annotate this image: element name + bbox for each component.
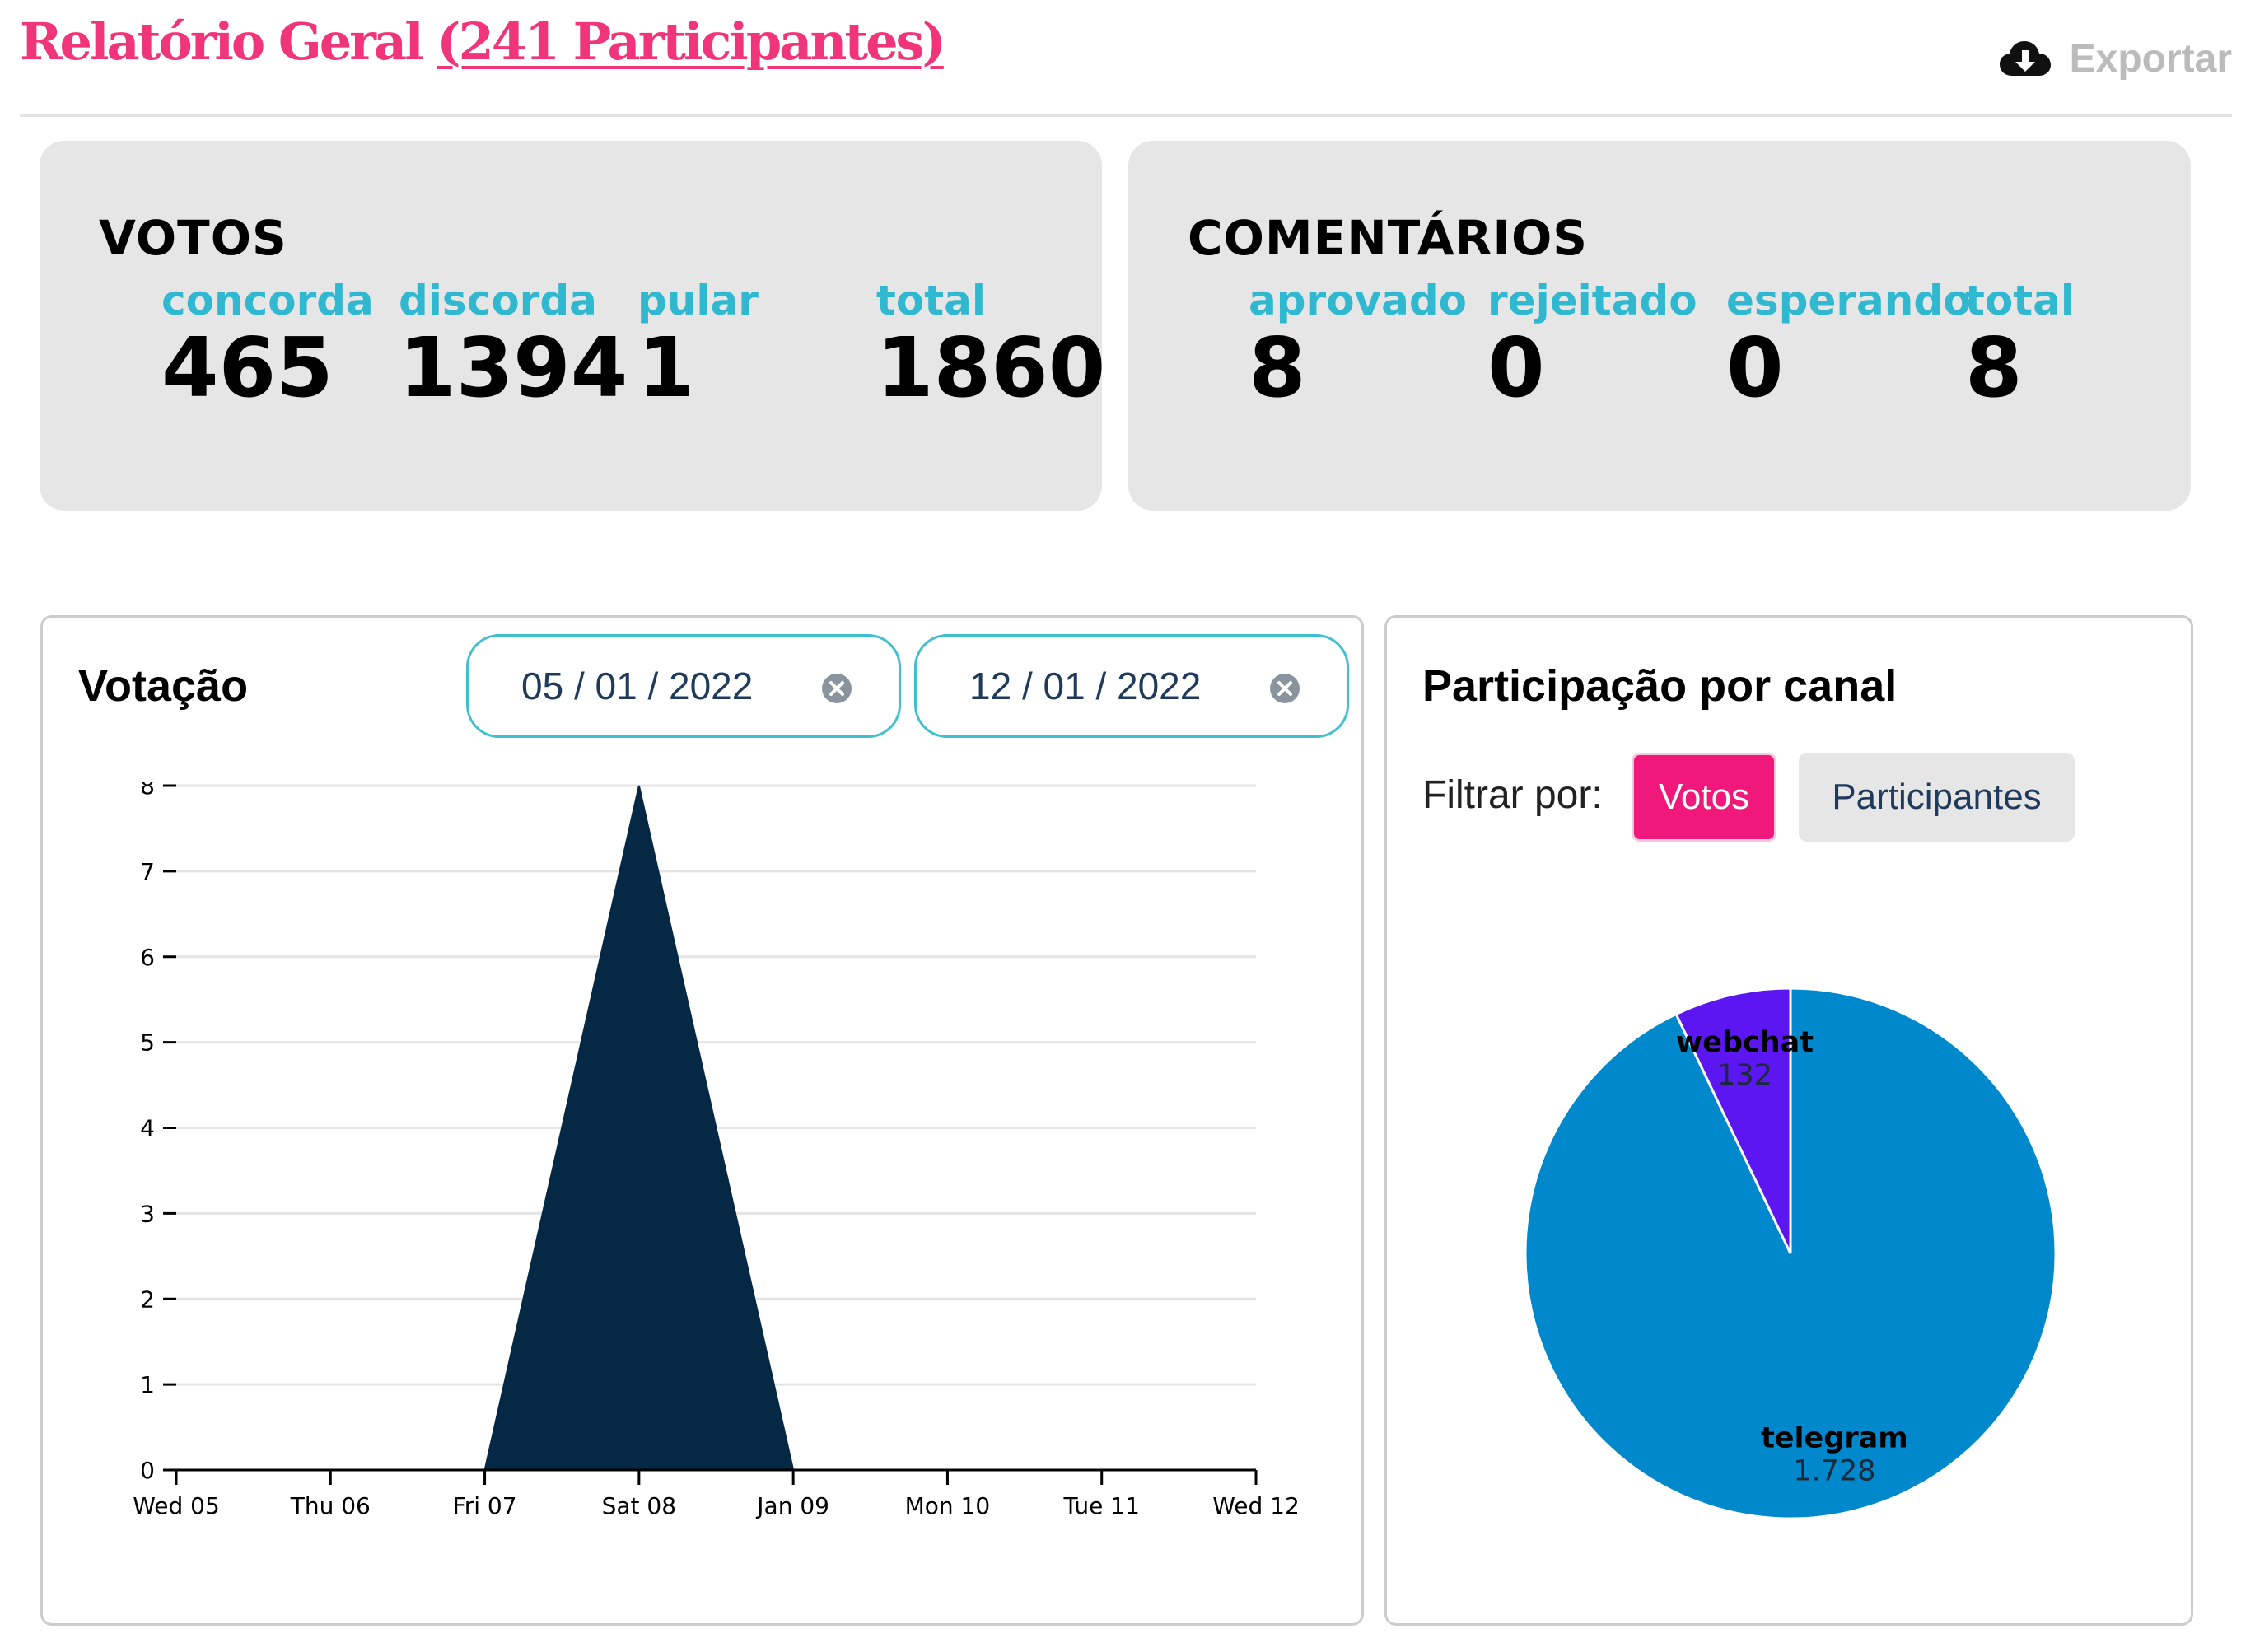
filter-label: Filtrar por: (1422, 773, 1603, 817)
y-tick-label: 3 (140, 1200, 155, 1227)
y-tick-label: 5 (140, 1029, 155, 1057)
channel-pie-chart: telegram1.728 webchat132 (1524, 987, 2057, 1520)
voting-title: Votação (78, 661, 249, 711)
pie-label: webchat (1676, 1026, 1814, 1059)
y-tick-label: 7 (140, 858, 155, 885)
stat-value: 0 (1487, 320, 1545, 416)
participants-link[interactable]: (241 Participantes) (437, 12, 946, 72)
stat-concorda: concorda 465 (161, 276, 374, 409)
stat-discorda: discorda 1394 (399, 276, 628, 409)
stat-pular: pular 1 (637, 276, 759, 409)
x-tick-label: Thu 06 (290, 1492, 371, 1519)
votes-title: VOTOS (99, 210, 287, 266)
export-label: Exportar (2069, 37, 2232, 81)
y-tick-label: 8 (140, 782, 155, 800)
x-tick-label: Mon 10 (905, 1492, 991, 1519)
channel-title: Participação por canal (1422, 661, 1898, 711)
filter-participantes-button[interactable]: Participantes (1799, 753, 2075, 842)
x-tick-label: Tue 11 (1063, 1492, 1140, 1519)
x-tick-label: Sat 08 (602, 1492, 676, 1519)
voting-area-chart: 0 1 2 3 4 5 6 7 8 Wed 05 Thu 06 Fri 07 Sat 08 Jan 09 M… (133, 782, 1300, 1519)
stat-label: aprovado (1249, 277, 1468, 324)
start-date-input[interactable]: 05 / 01 / 2022 (466, 634, 901, 738)
channel-panel: Participação por canal Filtrar por: Voto… (1384, 615, 2193, 1626)
stat-value: 0 (1726, 320, 1784, 416)
filter-votos-button[interactable]: Votos (1632, 753, 1776, 842)
stat-label: pular (637, 277, 759, 324)
votes-card: VOTOS concorda 465 discorda 1394 pular 1… (40, 141, 1105, 511)
stat-rejeitado: rejeitado 0 (1487, 276, 1697, 409)
stat-label: total (1965, 277, 2075, 324)
stat-value: 1 (637, 320, 695, 416)
pie-label: telegram (1761, 1422, 1908, 1455)
stat-value: 8 (1965, 320, 2023, 416)
page-header: Relatório Geral (241 Participantes) Expo… (20, 0, 2232, 117)
x-tick-label: Fri 07 (453, 1492, 517, 1519)
stat-esperando: esperando 0 (1726, 276, 1972, 409)
export-button[interactable]: Exportar (1999, 36, 2232, 82)
y-tick-label: 4 (140, 1115, 155, 1142)
stat-label: total (876, 277, 987, 324)
stat-total: total 8 (1965, 276, 2075, 409)
stat-aprovado: aprovado 8 (1249, 276, 1467, 409)
pie-value-label: 132 (1717, 1059, 1772, 1092)
stat-value: 1394 (399, 320, 628, 416)
stat-label: concorda (161, 277, 374, 324)
voting-panel: Votação 05 / 01 / 2022 12 / 01 / 2022 0 1… (40, 615, 1364, 1626)
y-tick-label: 1 (140, 1371, 155, 1398)
clear-icon[interactable] (821, 673, 852, 704)
y-tick-label: 2 (140, 1286, 155, 1313)
page-title: Relatório Geral (241 Participantes) (20, 12, 946, 72)
stat-label: rejeitado (1487, 277, 1697, 324)
start-date-value: 05 / 01 / 2022 (521, 665, 754, 707)
end-date-input[interactable]: 12 / 01 / 2022 (914, 634, 1349, 738)
stat-value: 1860 (876, 320, 1106, 416)
page-title-text: Relatório Geral (20, 12, 424, 72)
stat-label: discorda (399, 277, 597, 324)
x-tick-label: Jan 09 (755, 1492, 829, 1519)
comments-title: COMENTÁRIOS (1188, 210, 1589, 266)
stat-value: 465 (161, 320, 334, 416)
stat-value: 8 (1249, 320, 1306, 416)
stat-label: esperando (1726, 277, 1972, 324)
comments-card: COMENTÁRIOS aprovado 8 rejeitado 0 esper… (1128, 141, 2191, 511)
x-tick-label: Wed 05 (133, 1492, 220, 1519)
cloud-download-icon (1999, 40, 2051, 76)
y-tick-label: 6 (140, 944, 155, 971)
stat-total: total 1860 (876, 276, 1105, 409)
y-tick-label: 0 (140, 1457, 155, 1484)
end-date-value: 12 / 01 / 2022 (969, 665, 1202, 707)
clear-icon[interactable] (1269, 673, 1300, 704)
x-tick-label: Wed 12 (1212, 1492, 1300, 1519)
pie-value-label: 1.728 (1793, 1455, 1875, 1488)
